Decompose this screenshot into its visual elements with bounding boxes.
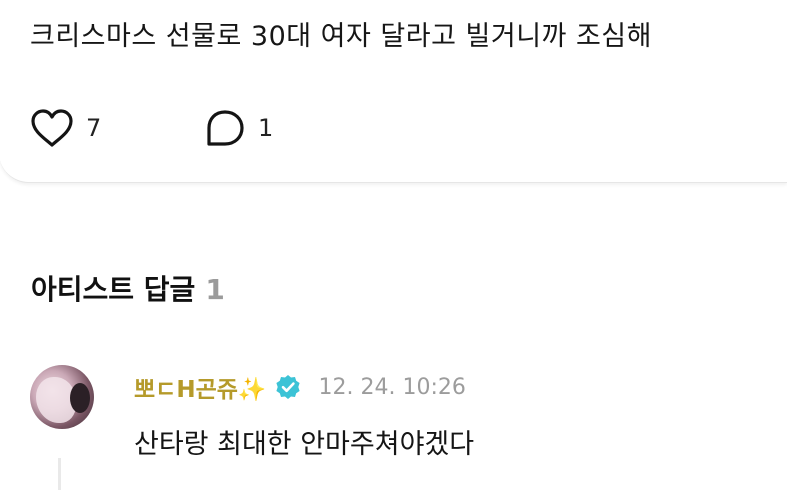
post-text: 크리스마스 선물로 30대 여자 달라고 빌거니까 조심해: [30, 21, 652, 52]
reply-header: 뽀ㄷH곤쥬✨ 12. 24. 10:26: [134, 370, 466, 404]
speech-bubble-icon: [204, 108, 246, 148]
comments-count: 1: [258, 114, 274, 142]
verified-badge-icon: [275, 374, 301, 400]
section-count: 1: [205, 273, 225, 306]
reply-author-name[interactable]: 뽀ㄷH곤쥬✨: [134, 370, 267, 404]
artist-reply: 뽀ㄷH곤쥬✨ 12. 24. 10:26 산타랑 최대한 안마주쳐야겠다: [30, 362, 770, 490]
artist-replies-header: 아티스트 답글 1: [31, 268, 225, 308]
comment-button[interactable]: 1: [204, 104, 273, 152]
reply-text: 산타랑 최대한 안마주쳐야겠다: [134, 429, 475, 460]
post-actions: 7 1: [0, 104, 399, 152]
heart-outline-icon: [30, 108, 74, 148]
post-card: 크리스마스 선물로 30대 여자 달라고 빌거니까 조심해 7 1: [0, 0, 787, 183]
likes-count: 7: [86, 114, 102, 142]
avatar-photo-shadow: [70, 383, 90, 413]
avatar[interactable]: [30, 365, 94, 429]
page: 크리스마스 선물로 30대 여자 달라고 빌거니까 조심해 7 1 아티스트 답…: [0, 0, 787, 490]
section-title: 아티스트 답글: [31, 273, 196, 306]
reply-timestamp: 12. 24. 10:26: [318, 374, 466, 400]
thread-line: [58, 458, 61, 490]
like-button[interactable]: 7: [30, 104, 101, 152]
